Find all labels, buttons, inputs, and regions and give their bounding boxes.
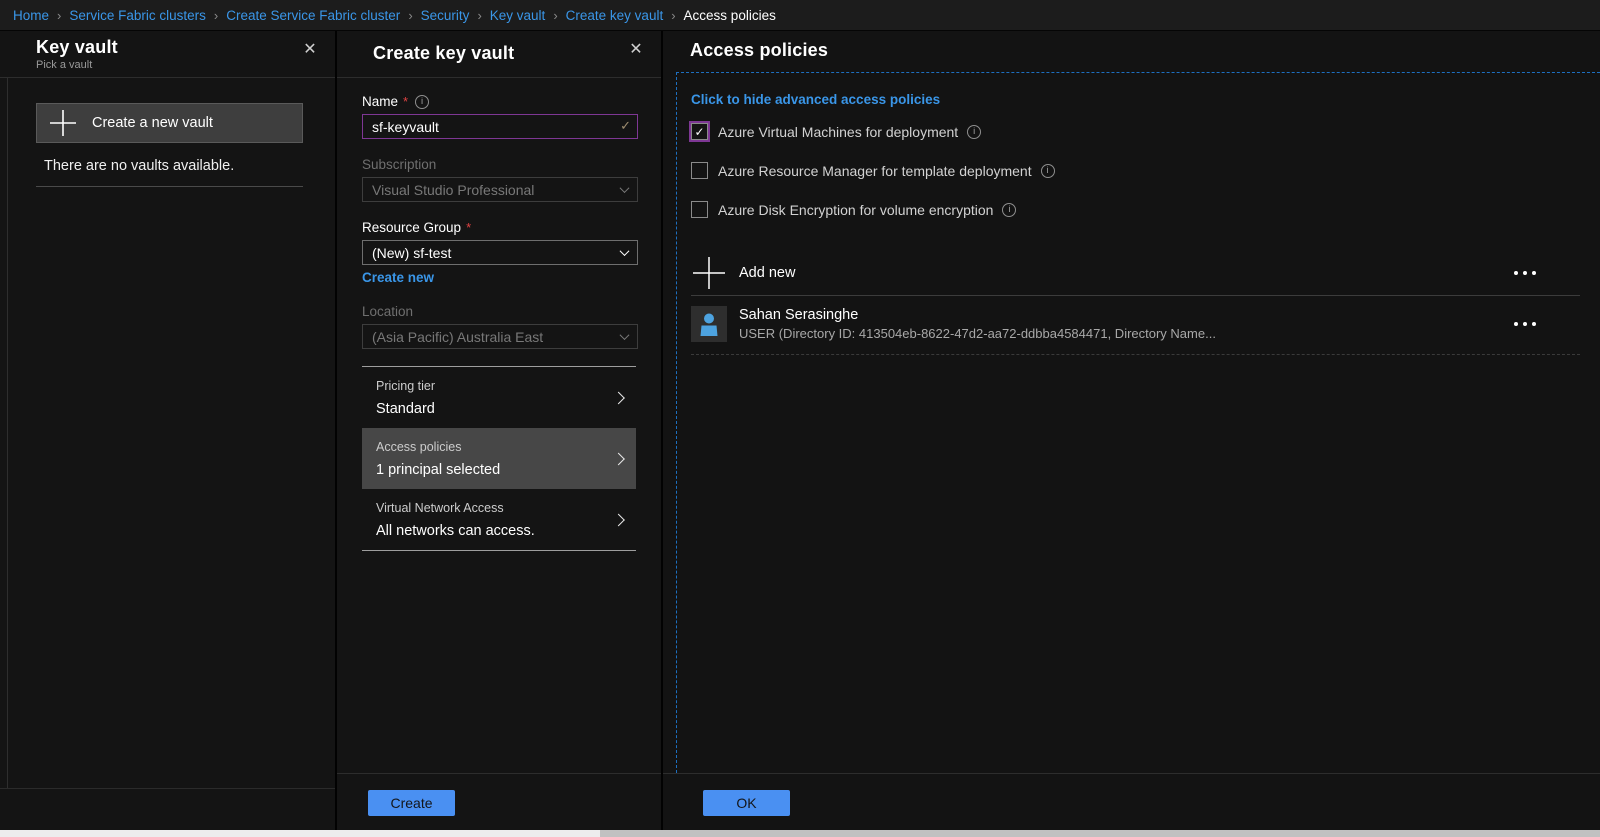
breadcrumb: Home › Service Fabric clusters › Create … <box>0 0 1600 31</box>
vault-name-input[interactable] <box>362 114 638 139</box>
horizontal-scrollbar-thumb[interactable] <box>600 830 1600 837</box>
principals-list: Add new Sahan Serasinghe USER (Directory… <box>691 250 1580 355</box>
create-new-vault-button[interactable]: Create a new vault <box>36 103 303 143</box>
page-subtitle: Pick a vault <box>36 59 93 71</box>
page-title: Access policies <box>690 40 829 60</box>
page-title: Create key vault <box>373 43 515 63</box>
name-field-label: Name * i <box>362 94 636 109</box>
checkbox-checked-icon[interactable]: ✓ <box>689 121 710 142</box>
name-label-text: Name <box>362 94 399 109</box>
vault-settings-list: Pricing tier Standard Access policies 1 … <box>362 366 636 551</box>
breadcrumb-current: Access policies <box>683 7 776 23</box>
setting-label: Access policies <box>376 440 462 454</box>
setting-virtual-network-access[interactable]: Virtual Network Access All networks can … <box>362 489 636 550</box>
required-asterisk: * <box>403 94 409 109</box>
info-icon[interactable]: i <box>415 94 430 109</box>
setting-value: Standard <box>376 401 435 417</box>
close-icon[interactable]: ✕ <box>625 38 647 60</box>
required-asterisk: * <box>466 220 472 235</box>
breadcrumb-link-service-fabric-clusters[interactable]: Service Fabric clusters <box>69 8 206 23</box>
create-key-vault-header: Create key vault ✕ <box>337 31 661 78</box>
info-icon[interactable]: i <box>967 124 982 139</box>
breadcrumb-separator-icon: › <box>671 7 676 23</box>
create-key-vault-blade: Create key vault ✕ Name * i ✓ Subscripti… <box>337 31 663 830</box>
create-key-vault-footer: Create <box>337 773 661 830</box>
location-dropdown[interactable]: (Asia Pacific) Australia East <box>362 324 638 349</box>
principal-row[interactable]: Sahan Serasinghe USER (Directory ID: 413… <box>691 296 1580 355</box>
setting-value: 1 principal selected <box>376 462 501 478</box>
user-avatar <box>691 306 727 342</box>
chevron-right-icon <box>612 391 625 404</box>
setting-value: All networks can access. <box>376 523 535 539</box>
checkbox-row-vm-deployment[interactable]: ✓ Azure Virtual Machines for deployment … <box>689 121 1600 142</box>
context-menu-icon[interactable] <box>1510 318 1540 330</box>
create-button[interactable]: Create <box>368 790 455 816</box>
info-icon[interactable]: i <box>1002 202 1017 217</box>
checkbox-label: Azure Resource Manager for template depl… <box>718 162 1032 179</box>
plus-icon <box>693 256 725 289</box>
setting-label: Virtual Network Access <box>376 501 504 515</box>
breadcrumb-separator-icon: › <box>477 7 482 23</box>
checkbox-row-arm-template[interactable]: Azure Resource Manager for template depl… <box>691 162 1600 179</box>
access-policies-content: Click to hide advanced access policies ✓… <box>676 72 1600 773</box>
key-vault-picker-blade: Key vault Pick a vault ✕ Create a new va… <box>0 31 337 830</box>
no-vaults-message: There are no vaults available. <box>36 153 303 187</box>
breadcrumb-link-home[interactable]: Home <box>13 8 49 23</box>
breadcrumb-link-key-vault[interactable]: Key vault <box>490 8 546 23</box>
breadcrumb-separator-icon: › <box>553 7 558 23</box>
breadcrumb-link-create-service-fabric-cluster[interactable]: Create Service Fabric cluster <box>226 8 400 23</box>
page-title: Key vault <box>36 37 118 57</box>
horizontal-scrollbar[interactable] <box>0 830 1600 837</box>
hide-advanced-policies-link[interactable]: Click to hide advanced access policies <box>691 92 940 107</box>
add-new-principal-row[interactable]: Add new <box>691 250 1580 296</box>
breadcrumb-separator-icon: › <box>213 7 219 23</box>
context-menu-icon[interactable] <box>1510 267 1540 279</box>
breadcrumb-link-create-key-vault[interactable]: Create key vault <box>566 8 664 23</box>
breadcrumb-separator-icon: › <box>408 7 413 23</box>
chevron-down-icon <box>619 246 630 257</box>
resource-group-value: (New) sf-test <box>372 244 452 261</box>
breadcrumb-link-security[interactable]: Security <box>421 8 470 23</box>
create-key-vault-form: Name * i ✓ Subscription Visual Studio Pr… <box>337 78 661 773</box>
setting-label: Pricing tier <box>376 379 436 393</box>
checkbox-label: Azure Virtual Machines for deployment <box>718 123 959 140</box>
resource-group-dropdown[interactable]: (New) sf-test <box>362 240 638 265</box>
location-field-label: Location <box>362 304 414 319</box>
chevron-down-icon <box>619 330 630 341</box>
close-icon[interactable]: ✕ <box>299 38 321 60</box>
resource-group-label-text: Resource Group <box>362 220 462 235</box>
create-new-vault-label: Create a new vault <box>92 115 213 131</box>
chevron-right-icon <box>612 452 625 465</box>
validation-check-icon: ✓ <box>620 118 631 133</box>
principal-detail: USER (Directory ID: 413504eb-8622-47d2-a… <box>739 326 1216 341</box>
key-vault-picker-header: Key vault Pick a vault ✕ <box>0 31 335 78</box>
checkbox-unchecked-icon[interactable] <box>691 162 708 179</box>
ok-button[interactable]: OK <box>703 790 790 816</box>
breadcrumb-separator-icon: › <box>57 7 62 23</box>
location-value: (Asia Pacific) Australia East <box>372 328 544 345</box>
chevron-down-icon <box>619 183 630 194</box>
access-policies-header: Access policies <box>663 31 1600 72</box>
info-icon[interactable]: i <box>1040 163 1055 178</box>
access-policies-blade: Access policies Click to hide advanced a… <box>663 31 1600 830</box>
subscription-field-label: Subscription <box>362 157 437 172</box>
access-policies-footer: OK <box>663 773 1600 830</box>
setting-pricing-tier[interactable]: Pricing tier Standard <box>362 367 636 428</box>
subscription-dropdown[interactable]: Visual Studio Professional <box>362 177 638 202</box>
resource-group-field-label: Resource Group * <box>362 220 636 235</box>
subscription-value: Visual Studio Professional <box>372 181 535 198</box>
principal-name: Sahan Serasinghe <box>739 307 859 323</box>
create-new-resource-group-link[interactable]: Create new <box>362 270 434 285</box>
add-new-label: Add new <box>739 264 796 281</box>
checkbox-unchecked-icon[interactable] <box>691 201 708 218</box>
plus-icon <box>50 110 76 136</box>
checkbox-row-disk-encryption[interactable]: Azure Disk Encryption for volume encrypt… <box>691 201 1600 218</box>
checkbox-label: Azure Disk Encryption for volume encrypt… <box>718 201 994 218</box>
chevron-right-icon <box>612 513 625 526</box>
setting-access-policies[interactable]: Access policies 1 principal selected <box>362 428 636 489</box>
